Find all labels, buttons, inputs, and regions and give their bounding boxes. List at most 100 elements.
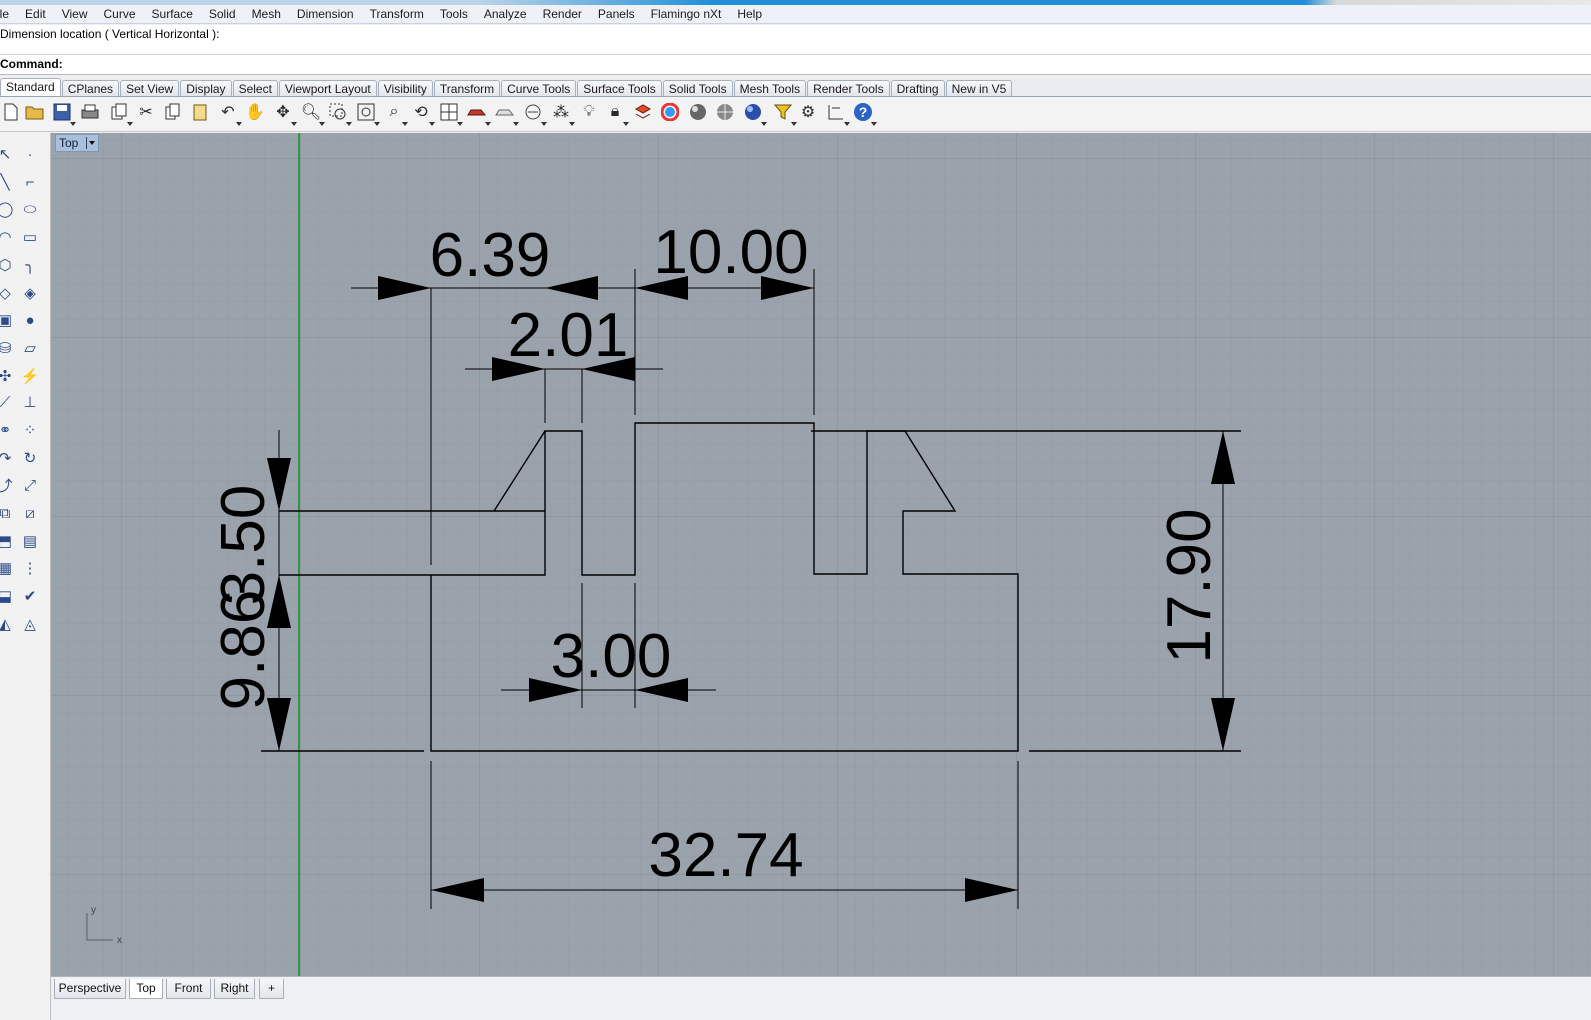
menu-solid[interactable]: Solid: [201, 5, 244, 24]
add-viewport-tab-icon[interactable]: +: [259, 979, 284, 999]
cone-icon[interactable]: ◭: [0, 613, 16, 635]
top-viewport[interactable]: 6.39 10.00 2.01 3.00 32.74 9.86 3.50 17.…: [51, 133, 1591, 976]
materials-sphere-icon[interactable]: [714, 101, 736, 123]
render-sphere-icon[interactable]: [687, 101, 709, 123]
tab-visibility[interactable]: Visibility: [377, 80, 433, 96]
select-points-icon[interactable]: ⁂: [550, 101, 575, 126]
tab-render-tools[interactable]: Render Tools: [807, 80, 890, 96]
move-icon[interactable]: ⤴: [0, 474, 16, 496]
dim-label-9-86[interactable]: 9.86: [209, 590, 278, 711]
mirror-icon[interactable]: ⧄: [19, 502, 41, 524]
box-icon[interactable]: ▣: [0, 309, 16, 331]
mesh-icon[interactable]: ✣: [0, 365, 16, 387]
tab-surface-tools[interactable]: Surface Tools: [577, 80, 662, 96]
menu-tools[interactable]: Tools: [432, 5, 476, 24]
dim-label-3-50[interactable]: 3.50: [209, 485, 278, 606]
explode-icon[interactable]: ⁘: [19, 419, 41, 441]
ellipse-icon[interactable]: ⬭: [19, 198, 41, 220]
menu-mesh[interactable]: Mesh: [244, 5, 289, 24]
tab-curve-tools[interactable]: Curve Tools: [501, 80, 577, 96]
boolean-union-icon[interactable]: ⚭: [0, 419, 16, 441]
tab-cplanes[interactable]: CPlanes: [61, 80, 120, 96]
tab-right[interactable]: Right: [214, 979, 255, 999]
surface-from-points-icon[interactable]: ◇: [0, 282, 16, 304]
tab-perspective[interactable]: Perspective: [54, 979, 126, 999]
menu-analyze[interactable]: Analyze: [476, 5, 535, 24]
project-icon[interactable]: ⬓: [0, 585, 16, 607]
tab-standard[interactable]: Standard: [0, 78, 61, 96]
color-wheel-icon[interactable]: [659, 101, 681, 123]
fillet-curve-icon[interactable]: ╮: [19, 254, 41, 276]
zoom-icon[interactable]: 🔍︎: [300, 101, 325, 126]
undo-view-icon[interactable]: ⟲: [410, 101, 435, 126]
paste-icon[interactable]: [189, 101, 211, 123]
menu-surface[interactable]: Surface: [144, 5, 201, 24]
environment-sphere-icon[interactable]: [742, 101, 767, 126]
options-gear-icon[interactable]: ⚙: [797, 101, 819, 123]
print-icon[interactable]: [79, 101, 101, 123]
copy-to-clipboard-icon[interactable]: [108, 101, 133, 126]
help-icon[interactable]: ?: [852, 101, 877, 126]
dimension-tools-icon[interactable]: [825, 101, 850, 126]
menu-flamingo[interactable]: Flamingo nXt: [643, 5, 730, 24]
filter-icon[interactable]: [772, 101, 797, 126]
dim-label-2-01[interactable]: 2.01: [508, 301, 629, 370]
cut-icon[interactable]: ✂: [135, 101, 157, 123]
offset-icon[interactable]: ↻: [19, 447, 41, 469]
scale-icon[interactable]: ⤢: [19, 474, 41, 496]
tab-set-view[interactable]: Set View: [120, 80, 180, 96]
cylinder-icon[interactable]: ⛁: [0, 337, 16, 359]
ghosted-display-icon[interactable]: [494, 101, 519, 126]
check-icon[interactable]: ✔: [19, 585, 41, 607]
extrude-icon[interactable]: ⬒: [0, 530, 16, 552]
menu-edit[interactable]: Edit: [17, 5, 54, 24]
viewport-menu-arrow-icon[interactable]: [86, 137, 96, 149]
array-icon[interactable]: ⧉: [0, 502, 16, 524]
align-icon[interactable]: ⋮: [19, 557, 41, 579]
polygon-icon[interactable]: ⬡: [0, 254, 16, 276]
viewport-title[interactable]: Top: [55, 134, 99, 152]
arc-icon[interactable]: ◠: [0, 226, 16, 248]
rotate-view-icon[interactable]: ✥: [272, 101, 297, 126]
dim-label-10-00[interactable]: 10.00: [653, 218, 808, 287]
plane-surface-icon[interactable]: ▱: [19, 337, 41, 359]
four-viewports-icon[interactable]: [438, 101, 463, 126]
undo-icon[interactable]: ↶: [217, 101, 242, 126]
lock-icon[interactable]: 🔒︎: [604, 101, 629, 126]
render-car-icon[interactable]: [466, 101, 491, 126]
solid-boolean-icon[interactable]: ●: [19, 309, 41, 331]
tab-top[interactable]: Top: [129, 979, 163, 999]
tab-viewport-layout[interactable]: Viewport Layout: [278, 80, 377, 96]
tab-drafting[interactable]: Drafting: [890, 80, 945, 96]
polyline-icon[interactable]: ⌐: [19, 171, 41, 193]
dimension-icon[interactable]: ⚡: [19, 365, 41, 387]
grid-array-icon[interactable]: ▦: [0, 557, 16, 579]
point-icon[interactable]: ·: [19, 143, 41, 165]
light-bulb-icon[interactable]: 💡︎: [578, 101, 600, 123]
surface-tools-icon[interactable]: ◈: [19, 282, 41, 304]
pyramid-icon[interactable]: ◬: [19, 613, 41, 635]
rectangle-icon[interactable]: ▭: [19, 226, 41, 248]
circle-icon[interactable]: ◯: [0, 198, 16, 220]
dim-label-17-90[interactable]: 17.90: [1155, 508, 1224, 663]
tab-transform[interactable]: Transform: [433, 80, 501, 96]
menu-render[interactable]: Render: [535, 5, 590, 24]
tab-new-in-v5[interactable]: New in V5: [945, 80, 1013, 96]
tab-select[interactable]: Select: [232, 80, 278, 96]
tab-display[interactable]: Display: [180, 80, 232, 96]
menu-dimension[interactable]: Dimension: [289, 5, 362, 24]
dim-label-3-00[interactable]: 3.00: [551, 622, 672, 691]
tab-solid-tools[interactable]: Solid Tools: [662, 80, 733, 96]
open-folder-icon[interactable]: [24, 101, 46, 123]
new-file-icon[interactable]: [0, 101, 22, 123]
save-icon[interactable]: [51, 101, 76, 126]
tab-mesh-tools[interactable]: Mesh Tools: [733, 80, 807, 96]
menu-help[interactable]: Help: [729, 5, 770, 24]
pan-hand-icon[interactable]: ✋: [244, 101, 266, 123]
trim-icon[interactable]: ⟋: [0, 391, 16, 413]
copy-icon[interactable]: [162, 101, 184, 123]
menu-curve[interactable]: Curve: [96, 5, 144, 24]
menu-transform[interactable]: Transform: [362, 5, 432, 24]
osnap-icon[interactable]: [522, 101, 547, 126]
tab-front[interactable]: Front: [166, 979, 211, 999]
